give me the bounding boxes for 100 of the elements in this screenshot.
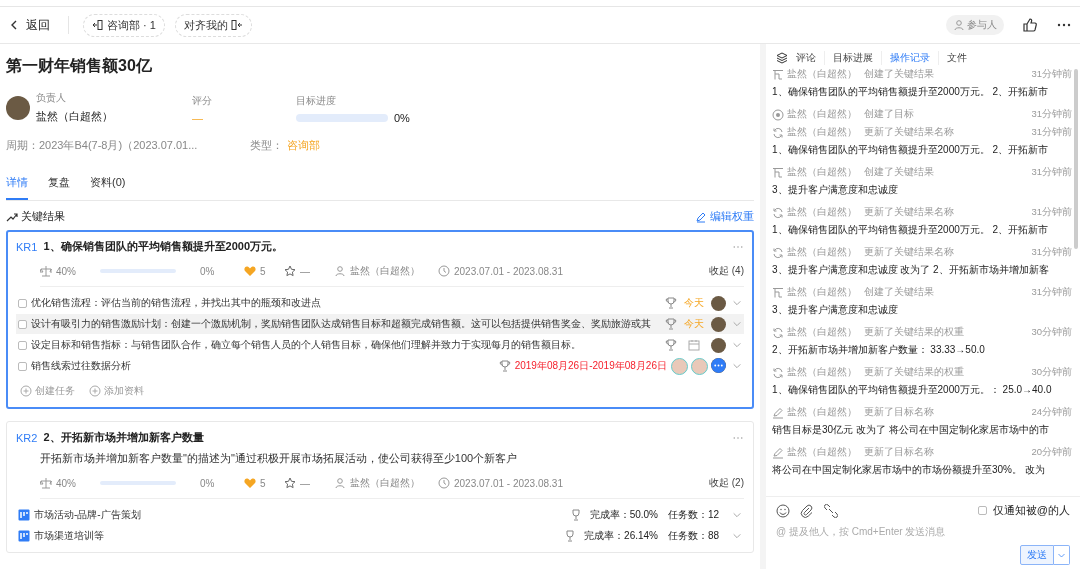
send-button[interactable]: 发送 xyxy=(1020,545,1054,565)
kr-title: 2、开拓新市场并增加新客户数量 xyxy=(43,430,205,445)
log-time: 31分钟前 xyxy=(1031,68,1072,81)
log-actor: 盐然（白超然） xyxy=(787,246,857,259)
task-count: 任务数：88 xyxy=(668,529,721,543)
score-value: — xyxy=(192,112,204,124)
log-time: 30分钟前 xyxy=(1031,366,1072,379)
avatar-photo-placeholder xyxy=(711,295,726,311)
log-actor: 盐然（白超然） xyxy=(787,286,857,299)
log-action: 创建了目标 xyxy=(864,108,914,121)
kr-code: KR1 xyxy=(16,240,38,253)
completion-rate: 完成率：50.0% xyxy=(589,508,658,522)
target-icon xyxy=(772,108,784,121)
progress-label: 目标进度 xyxy=(296,94,337,108)
owner-label: 负责人 xyxy=(36,91,67,105)
completion-rate: 完成率：26.14% xyxy=(584,529,658,543)
more-members-icon[interactable] xyxy=(711,357,726,373)
clock-icon xyxy=(438,265,450,277)
log-time: 24分钟前 xyxy=(1031,406,1072,419)
log-time: 31分钟前 xyxy=(1031,166,1072,179)
log-content: 1、确保销售团队的平均销售额提升至2000万元。 2、开拓新市 xyxy=(772,223,1049,237)
likes-count: 5 xyxy=(260,265,267,277)
task-checkbox[interactable] xyxy=(18,340,27,350)
person-icon xyxy=(953,19,965,31)
trophy-icon xyxy=(569,509,582,521)
log-actor: 盐然（白超然） xyxy=(787,406,857,419)
align-in-icon xyxy=(92,19,104,31)
log-time: 30分钟前 xyxy=(1031,326,1072,339)
thumbs-up-icon[interactable] xyxy=(1022,17,1038,33)
due-date: 2019年08月26日-2019年08月26日 xyxy=(514,359,667,373)
trophy-icon xyxy=(498,360,511,372)
layers-icon[interactable] xyxy=(776,52,788,64)
kr-owner: 盐然（白超然） xyxy=(350,264,421,278)
refresh-icon xyxy=(772,126,784,139)
task-checkbox[interactable] xyxy=(18,298,27,308)
calendar-icon[interactable] xyxy=(688,339,700,351)
heart-icon[interactable] xyxy=(244,477,256,489)
kr-owner: 盐然（白超然） xyxy=(350,476,421,490)
back-link[interactable]: 返回 xyxy=(8,16,58,34)
tab[interactable]: 复盘 xyxy=(48,175,70,200)
log-actor: 盐然（白超然） xyxy=(787,68,857,81)
alignment-chip[interactable]: 对齐我的 xyxy=(174,13,252,37)
kr-code: KR2 xyxy=(16,431,38,444)
refresh-icon xyxy=(772,366,784,379)
score-label: 评分 xyxy=(192,94,213,108)
kr-title: 1、确保销售团队的平均销售额提升至2000万元。 xyxy=(43,239,284,254)
log-action: 创建了关键结果 xyxy=(864,166,934,179)
log-actor: 盐然（白超然） xyxy=(787,108,857,121)
heart-icon[interactable] xyxy=(244,265,256,277)
kr-item-row[interactable]: 市场渠道培训等 完成率：26.14% 任务数：88 xyxy=(16,526,744,546)
panel-tab[interactable]: 目标进展 xyxy=(825,51,882,65)
objective-title: 第一财年销售额30亿 xyxy=(6,56,153,76)
log-time: 20分钟前 xyxy=(1031,446,1072,459)
pencil-icon xyxy=(772,446,784,459)
kr-dates: 2023.07.01 - 2023.08.31 xyxy=(454,477,563,489)
kr-progress-value: 0% xyxy=(200,477,216,489)
collapse-link[interactable]: 收起 (4) xyxy=(709,264,744,278)
kr-item-row[interactable]: 设定目标和销售指标：与销售团队合作，确立每个销售人员的个人销售目标，确保他们理解并致力于实现每月的销售额目标。 xyxy=(16,335,744,355)
log-action: 创建了关键结果 xyxy=(864,68,934,81)
clock-icon xyxy=(438,477,450,489)
panel-tab[interactable]: 文件 xyxy=(939,51,975,65)
log-time: 31分钟前 xyxy=(1031,246,1072,259)
paperclip-icon[interactable] xyxy=(800,503,814,518)
log-action: 更新了关键结果的权重 xyxy=(864,366,964,379)
task-checkbox[interactable] xyxy=(18,319,27,329)
board-icon xyxy=(18,509,30,521)
kr-item-row[interactable]: 优化销售流程：评估当前的销售流程，并找出其中的瓶颈和改进点 今天 xyxy=(16,293,744,313)
log-content: 1、确保销售团队的平均销售额提升至2000万元。： 25.0→40.0 xyxy=(772,383,1052,397)
link-icon[interactable] xyxy=(824,503,838,518)
panel-tab[interactable]: 操作记录 xyxy=(882,51,939,65)
log-content: 3、提升客户满意度和忠诚度 xyxy=(772,303,898,317)
trophy-icon xyxy=(665,297,677,309)
kr-item-row[interactable]: 市场活动-品牌-广告策划 完成率：50.0% 任务数：12 xyxy=(16,505,744,525)
log-content: 将公司在中国定制化家居市场中的市场份额提升至30%。 改为 xyxy=(772,463,1045,477)
type-label: 类型： xyxy=(250,138,283,153)
pencil-icon xyxy=(695,210,707,223)
kr-item-row[interactable]: 销售线索过往数据分析 2019年08月26日-2019年08月26日 xyxy=(16,356,744,376)
star-icon[interactable] xyxy=(284,477,296,489)
alignment-chip[interactable]: 咨询部 · 1 xyxy=(83,13,165,37)
due-date: 今天 xyxy=(683,317,705,331)
task-checkbox[interactable] xyxy=(18,361,27,371)
send-options-button[interactable] xyxy=(1054,545,1070,565)
kr-item-row[interactable]: 设计有吸引力的销售激励计划：创建一个激励机制，奖励销售团队达成销售目标和超额完成销售额。这可以包括提供销售奖金、奖励旅游或其 今天 xyxy=(16,314,744,334)
log-content: 3、提升客户满意度和忠诚度 xyxy=(772,183,898,197)
emoji-icon[interactable] xyxy=(776,503,790,518)
task-count: 任务数：12 xyxy=(668,508,721,522)
tab[interactable]: 资料(0) xyxy=(90,175,126,200)
log-content: 销售目标是30亿元 改为了 将公司在中国定制化家居市场中的市 xyxy=(772,423,1049,437)
star-icon[interactable] xyxy=(284,265,296,277)
person-icon xyxy=(334,477,346,489)
edit-weight-link[interactable]: 编辑权重 xyxy=(695,209,754,224)
notify-checkbox[interactable] xyxy=(977,506,987,515)
tab[interactable]: 详情 xyxy=(6,175,28,200)
log-time: 31分钟前 xyxy=(1031,206,1072,219)
collapse-link[interactable]: 收起 (2) xyxy=(709,476,744,490)
trophy-icon xyxy=(665,318,677,330)
panel-tab[interactable]: 评论 xyxy=(788,51,825,65)
refresh-icon xyxy=(772,246,784,259)
log-content: 3、提升客户满意度和忠诚度 改为了 2、开拓新市场并增加新客 xyxy=(772,263,1049,277)
avatar-photo-placeholder xyxy=(711,337,726,353)
